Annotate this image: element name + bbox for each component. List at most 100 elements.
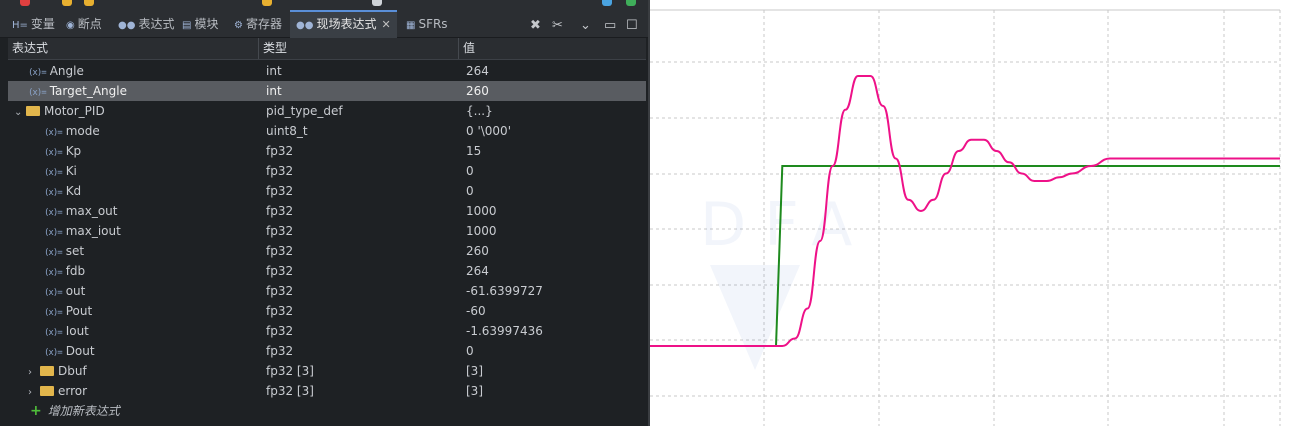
variable-icon: (x)=	[44, 268, 63, 278]
table-row[interactable]: (x)= fdb fp32 264	[8, 261, 646, 281]
table-row[interactable]: (x)= Dout fp32 0	[8, 341, 646, 361]
variable-icon: (x)=	[28, 88, 47, 98]
table-row[interactable]: (x)= mode uint8_t 0 '\000'	[8, 121, 646, 141]
chevron-right-icon[interactable]: ›	[28, 363, 40, 383]
value-cell[interactable]: 0 '\000'	[466, 121, 511, 141]
type-cell: fp32	[266, 224, 294, 238]
column-header-value[interactable]: 值	[458, 38, 647, 59]
variable-icon: (x)=	[28, 68, 47, 78]
tab-expressions[interactable]: ●● 表达式	[118, 12, 174, 36]
table-row[interactable]: › error fp32 [3] [3]	[8, 381, 646, 401]
expression-name-cell: (x)= Dout	[44, 341, 95, 361]
table-row[interactable]: (x)= max_out fp32 1000	[8, 201, 646, 221]
expression-name: Kd	[65, 184, 82, 198]
expression-name: Pout	[65, 304, 93, 318]
value-cell[interactable]: -1.63997436	[466, 321, 543, 341]
add-expression-row[interactable]: + 增加新表达式	[30, 401, 330, 421]
value-cell[interactable]: 15	[466, 141, 481, 161]
type-cell: fp32 [3]	[266, 364, 314, 378]
chevron-down-icon[interactable]: ⌄	[580, 18, 591, 33]
type-cell: fp32	[266, 344, 294, 358]
tab-label: 现场表达式	[316, 17, 377, 31]
variable-icon: (x)=	[44, 228, 63, 238]
table-row[interactable]: (x)= Angle int 264	[8, 61, 646, 81]
expression-name: out	[65, 284, 86, 298]
expression-name: max_iout	[65, 224, 121, 238]
expression-name-cell: (x)= Pout	[44, 301, 92, 321]
type-cell: fp32	[266, 184, 294, 198]
expression-name-cell: ⌄ Motor_PID	[14, 101, 105, 121]
variable-icon: (x)=	[44, 188, 63, 198]
modules-icon: ▤	[182, 20, 192, 31]
value-cell[interactable]: [3]	[466, 381, 483, 401]
live-expressions-icon: ●●	[296, 20, 314, 31]
expression-name: Target_Angle	[49, 84, 127, 98]
breakpoints-icon: ◉	[66, 20, 75, 31]
value-cell[interactable]: 0	[466, 181, 474, 201]
type-cell: uint8_t	[266, 124, 308, 138]
expression-name: error	[58, 384, 88, 398]
value-cell[interactable]: 0	[466, 161, 474, 181]
column-header-expression[interactable]: 表达式	[8, 38, 262, 59]
registers-icon: ⚙	[234, 20, 243, 31]
table-row[interactable]: (x)= Ki fp32 0	[8, 161, 646, 181]
value-cell[interactable]: 0	[466, 341, 474, 361]
value-cell[interactable]: [3]	[466, 361, 483, 381]
column-header-type[interactable]: 类型	[258, 38, 459, 59]
expression-name-cell: (x)= fdb	[44, 261, 85, 281]
value-cell[interactable]: -60	[466, 301, 486, 321]
variable-icon: (x)=	[44, 168, 63, 178]
tab-label: 模块	[194, 17, 219, 31]
remove-selected-icon[interactable]: ✂	[552, 18, 563, 33]
remove-all-icon[interactable]: ✖	[530, 18, 541, 33]
chevron-right-icon[interactable]: ›	[28, 383, 40, 403]
toolbar-strip	[0, 0, 648, 8]
variable-icon: (x)=	[44, 248, 63, 258]
type-cell: fp32	[266, 324, 294, 338]
value-cell[interactable]: 260	[466, 81, 489, 101]
value-cell[interactable]: 264	[466, 61, 489, 81]
minimize-icon[interactable]: ▭	[604, 18, 616, 33]
value-cell[interactable]: -61.6399727	[466, 281, 543, 301]
table-row[interactable]: (x)= set fp32 260	[8, 241, 646, 261]
tab-registers[interactable]: ⚙ 寄存器	[234, 12, 282, 36]
tab-live-expressions[interactable]: ●● 现场表达式 ✕	[290, 10, 397, 38]
table-row[interactable]: (x)= Iout fp32 -1.63997436	[8, 321, 646, 341]
expression-name-cell: (x)= Iout	[44, 321, 89, 341]
type-cell: fp32	[266, 204, 294, 218]
variable-icon: (x)=	[44, 328, 63, 338]
tab-breakpoints[interactable]: ◉ 断点	[66, 12, 102, 36]
table-row[interactable]: ⌄ Motor_PID pid_type_def {...}	[8, 101, 646, 121]
table-row[interactable]: (x)= Kp fp32 15	[8, 141, 646, 161]
type-cell: fp32	[266, 244, 294, 258]
folder-icon	[40, 386, 54, 396]
tab-label: SFRs	[418, 17, 448, 31]
expression-name-cell: (x)= Angle	[28, 61, 84, 81]
expression-name: Kp	[65, 144, 82, 158]
tab-label: 断点	[77, 17, 102, 31]
value-cell[interactable]: 260	[466, 241, 489, 261]
table-row[interactable]: (x)= Pout fp32 -60	[8, 301, 646, 321]
chevron-down-icon[interactable]: ⌄	[14, 103, 26, 123]
value-cell[interactable]: 1000	[466, 201, 497, 221]
table-row[interactable]: (x)= Kd fp32 0	[8, 181, 646, 201]
variable-icon: (x)=	[44, 348, 63, 358]
table-row[interactable]: (x)= Target_Angle int 260	[8, 81, 646, 101]
value-cell[interactable]: 264	[466, 261, 489, 281]
close-icon[interactable]: ✕	[381, 18, 390, 31]
view-tab-bar: H= 变量 ◉ 断点 ●● 表达式 ▤ 模块 ⚙ 寄存器 ●● 现场表达式 ✕ ▦ SFRs ✖…	[0, 8, 648, 38]
table-row[interactable]: (x)= out fp32 -61.6399727	[8, 281, 646, 301]
tab-variables[interactable]: H= 变量	[12, 12, 55, 36]
value-cell[interactable]: 1000	[466, 221, 497, 241]
tab-sfrs[interactable]: ▦ SFRs	[406, 12, 448, 36]
value-cell[interactable]: {...}	[466, 101, 493, 121]
expression-name-cell: (x)= Kp	[44, 141, 81, 161]
table-row[interactable]: › Dbuf fp32 [3] [3]	[8, 361, 646, 381]
table-row[interactable]: (x)= max_iout fp32 1000	[8, 221, 646, 241]
tab-modules[interactable]: ▤ 模块	[182, 12, 218, 36]
type-cell: fp32 [3]	[266, 384, 314, 398]
maximize-icon[interactable]: ☐	[626, 18, 638, 33]
variable-icon: (x)=	[44, 308, 63, 318]
expression-name: fdb	[65, 264, 86, 278]
expression-name-cell: › error	[28, 381, 87, 401]
